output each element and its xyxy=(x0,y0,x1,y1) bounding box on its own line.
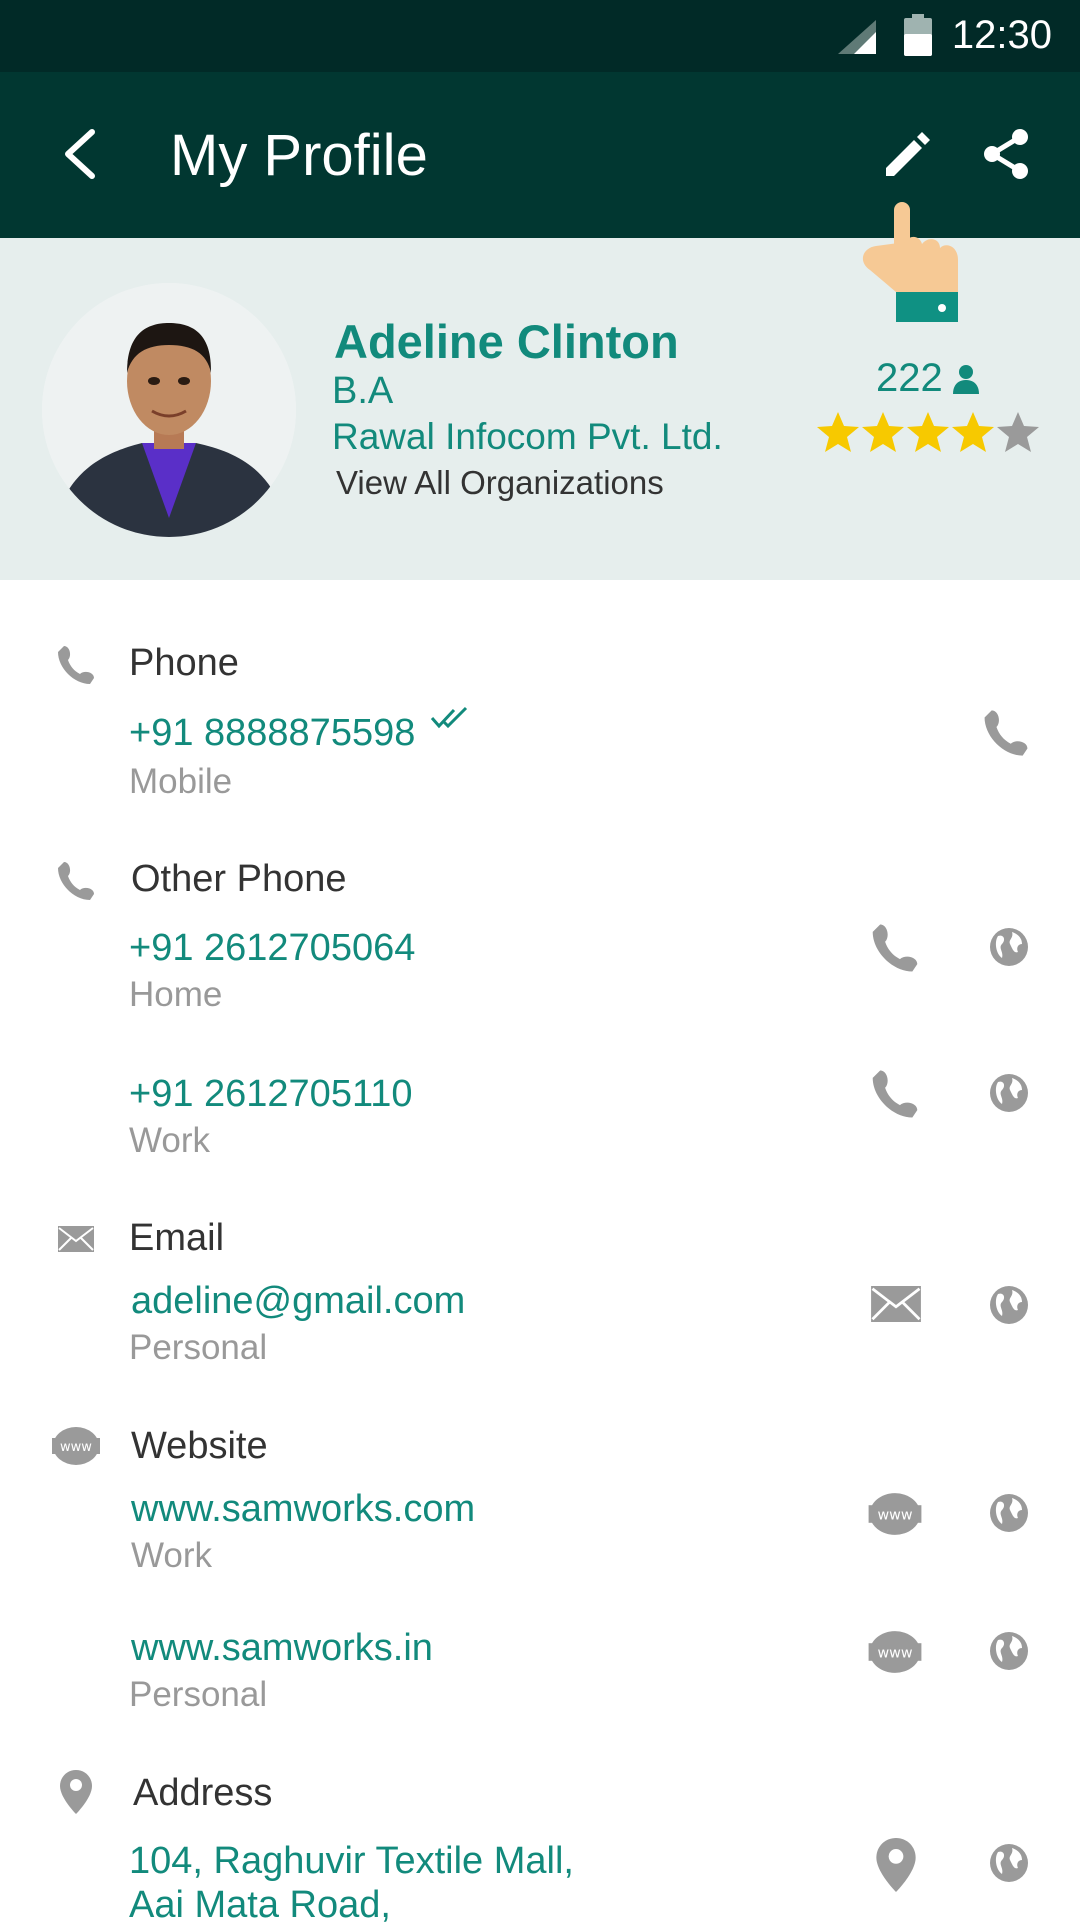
phone-label: Phone xyxy=(129,642,239,684)
address-line-1[interactable]: 104, Raghuvir Textile Mall, xyxy=(129,1840,574,1883)
email-section-icon xyxy=(58,1226,94,1252)
call-icon[interactable] xyxy=(870,1068,920,1120)
call-icon[interactable] xyxy=(982,708,1030,758)
star-icon xyxy=(862,412,904,452)
www-icon[interactable]: www xyxy=(868,1630,922,1674)
profile-degree: B.A xyxy=(332,370,394,412)
battery-icon xyxy=(904,14,932,56)
email-type: Personal xyxy=(129,1328,268,1367)
other-phone-number-work[interactable]: +91 2612705110 xyxy=(129,1073,413,1116)
www-icon[interactable]: www xyxy=(868,1492,922,1536)
location-section-icon xyxy=(60,1770,92,1814)
tap-hand-icon xyxy=(862,202,958,322)
website-type-work: Work xyxy=(131,1536,213,1575)
view-all-organizations-link[interactable]: View All Organizations xyxy=(336,464,664,502)
email-label: Email xyxy=(129,1217,225,1259)
profile-organization[interactable]: Rawal Infocom Pvt. Ltd. xyxy=(332,416,723,458)
star-icon xyxy=(907,412,949,452)
globe-icon[interactable] xyxy=(988,1842,1030,1884)
verified-check-icon xyxy=(430,706,468,729)
email-value[interactable]: adeline@gmail.com xyxy=(131,1280,465,1323)
website-label: Website xyxy=(131,1425,268,1467)
person-icon xyxy=(952,364,979,394)
website-url-personal[interactable]: www.samworks.in xyxy=(131,1627,433,1670)
status-bar: 12:30 xyxy=(0,0,1080,72)
globe-icon[interactable] xyxy=(988,1072,1030,1114)
phone-section-icon xyxy=(58,646,94,684)
location-pin-icon[interactable] xyxy=(876,1838,916,1892)
share-icon[interactable] xyxy=(980,128,1032,180)
website-type-personal: Personal xyxy=(129,1675,268,1714)
globe-icon[interactable] xyxy=(988,1492,1030,1534)
www-section-icon: www xyxy=(52,1427,100,1465)
edit-pencil-icon[interactable] xyxy=(882,128,934,180)
globe-icon[interactable] xyxy=(988,1284,1030,1326)
signal-icon xyxy=(838,20,876,54)
www-icon-text: www xyxy=(877,1646,912,1662)
rating-stars xyxy=(816,410,1040,454)
status-time: 12:30 xyxy=(951,13,1052,57)
star-icon xyxy=(997,412,1039,452)
call-icon[interactable] xyxy=(870,922,920,974)
address-line-2[interactable]: Aai Mata Road, xyxy=(129,1884,391,1927)
followers-count-value: 222 xyxy=(876,356,943,400)
star-icon xyxy=(817,412,859,452)
www-icon-text: www xyxy=(877,1508,912,1524)
other-phone-number-home[interactable]: +91 2612705064 xyxy=(129,927,415,970)
other-phone-type-home: Home xyxy=(129,975,223,1014)
other-phone-label: Other Phone xyxy=(131,858,347,900)
other-phone-section-icon xyxy=(58,862,94,900)
other-phone-type-work: Work xyxy=(129,1121,211,1160)
globe-icon[interactable] xyxy=(988,1630,1030,1672)
page-title: My Profile xyxy=(170,123,428,188)
phone-number[interactable]: +91 8888875598 xyxy=(129,712,415,755)
globe-icon[interactable] xyxy=(988,926,1030,968)
avatar[interactable] xyxy=(42,283,296,537)
www-icon-text: www xyxy=(60,1440,92,1455)
mail-icon[interactable] xyxy=(870,1286,922,1322)
address-label: Address xyxy=(133,1772,273,1814)
phone-type: Mobile xyxy=(129,762,233,801)
profile-name: Adeline Clinton xyxy=(334,315,679,368)
followers-count: 222 xyxy=(876,356,979,401)
back-arrow-icon[interactable] xyxy=(60,128,100,180)
star-icon xyxy=(952,412,994,452)
website-url-work[interactable]: www.samworks.com xyxy=(131,1488,475,1531)
avatar-person-icon xyxy=(42,283,296,537)
